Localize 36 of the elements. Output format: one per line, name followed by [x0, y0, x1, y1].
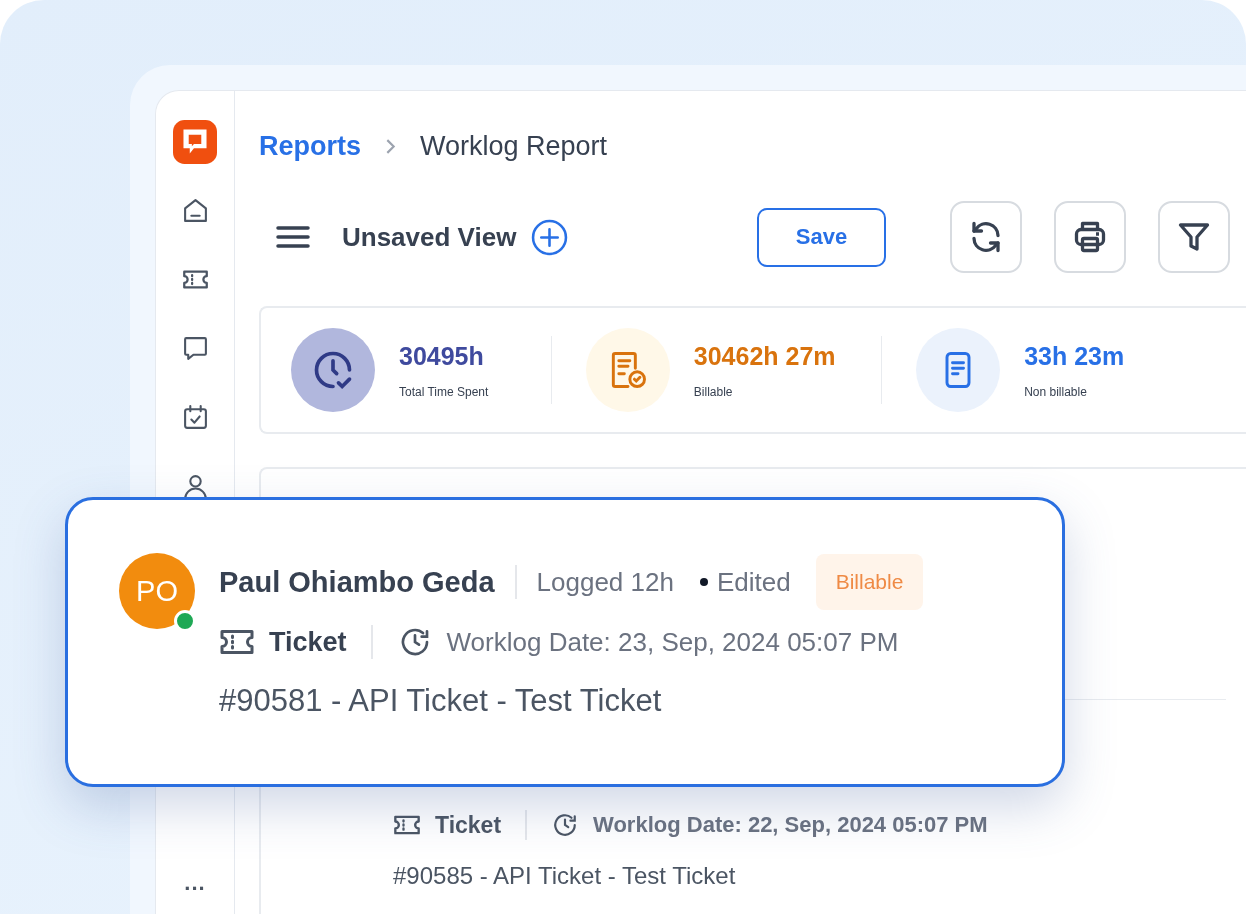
chat-icon[interactable]	[181, 335, 209, 362]
avatar-initials: PO	[136, 574, 178, 608]
stat-value: 30495h	[399, 341, 485, 371]
stat-label: Non billable	[1024, 384, 1088, 399]
author-name: Paul Ohiambo Geda	[219, 565, 495, 599]
worklog-date: Worklog Date: 23, Sep, 2024 05:07 PM	[446, 626, 899, 658]
bullet-dot	[699, 578, 708, 586]
billable-badge: Billable	[815, 554, 924, 610]
filter-button[interactable]	[1158, 201, 1230, 273]
stat-value: 30462h 27m	[693, 341, 836, 371]
page-title: Worklog Report	[420, 130, 608, 162]
breadcrumb-link[interactable]: Reports	[259, 130, 361, 162]
print-button[interactable]	[1054, 201, 1126, 273]
stat-value: 33h 23m	[1024, 341, 1125, 371]
calendar-check-icon[interactable]	[181, 404, 209, 431]
worklog-card[interactable]: PO Paul Ohiambo Geda Logged 12h Edited Billable Ticket Worklog Date: 23, Sep, 2024 05:07 PM #90581 - API Ticket - Test Ticket	[65, 497, 1065, 787]
worklog-date: Worklog Date: 22, Sep, 2024 05:07 PM	[593, 812, 988, 838]
chevron-right-icon	[385, 137, 396, 155]
home-icon[interactable]	[181, 197, 209, 224]
entry-title[interactable]: #90585 - API Ticket - Test Ticket	[393, 862, 1246, 890]
entry-title[interactable]: #90581 - API Ticket - Test Ticket	[219, 683, 924, 719]
entry-type: Ticket	[269, 626, 347, 658]
add-icon[interactable]	[531, 218, 569, 256]
edited-label: Edited	[716, 566, 791, 598]
logged-hours: Logged 12h	[536, 566, 674, 598]
more-menu[interactable]: ...	[184, 872, 206, 894]
menu-icon[interactable]	[276, 225, 310, 249]
stat-label: Total Time Spent	[399, 384, 489, 399]
save-button[interactable]: Save	[757, 207, 886, 267]
user-icon[interactable]	[181, 473, 209, 500]
stat-label: Billable	[693, 384, 734, 399]
entry-type: Ticket	[435, 811, 502, 839]
logo-icon[interactable]	[173, 120, 217, 164]
refresh-button[interactable]	[950, 201, 1022, 273]
view-title: Unsaved View	[342, 221, 517, 253]
printer-icon	[1072, 219, 1108, 255]
